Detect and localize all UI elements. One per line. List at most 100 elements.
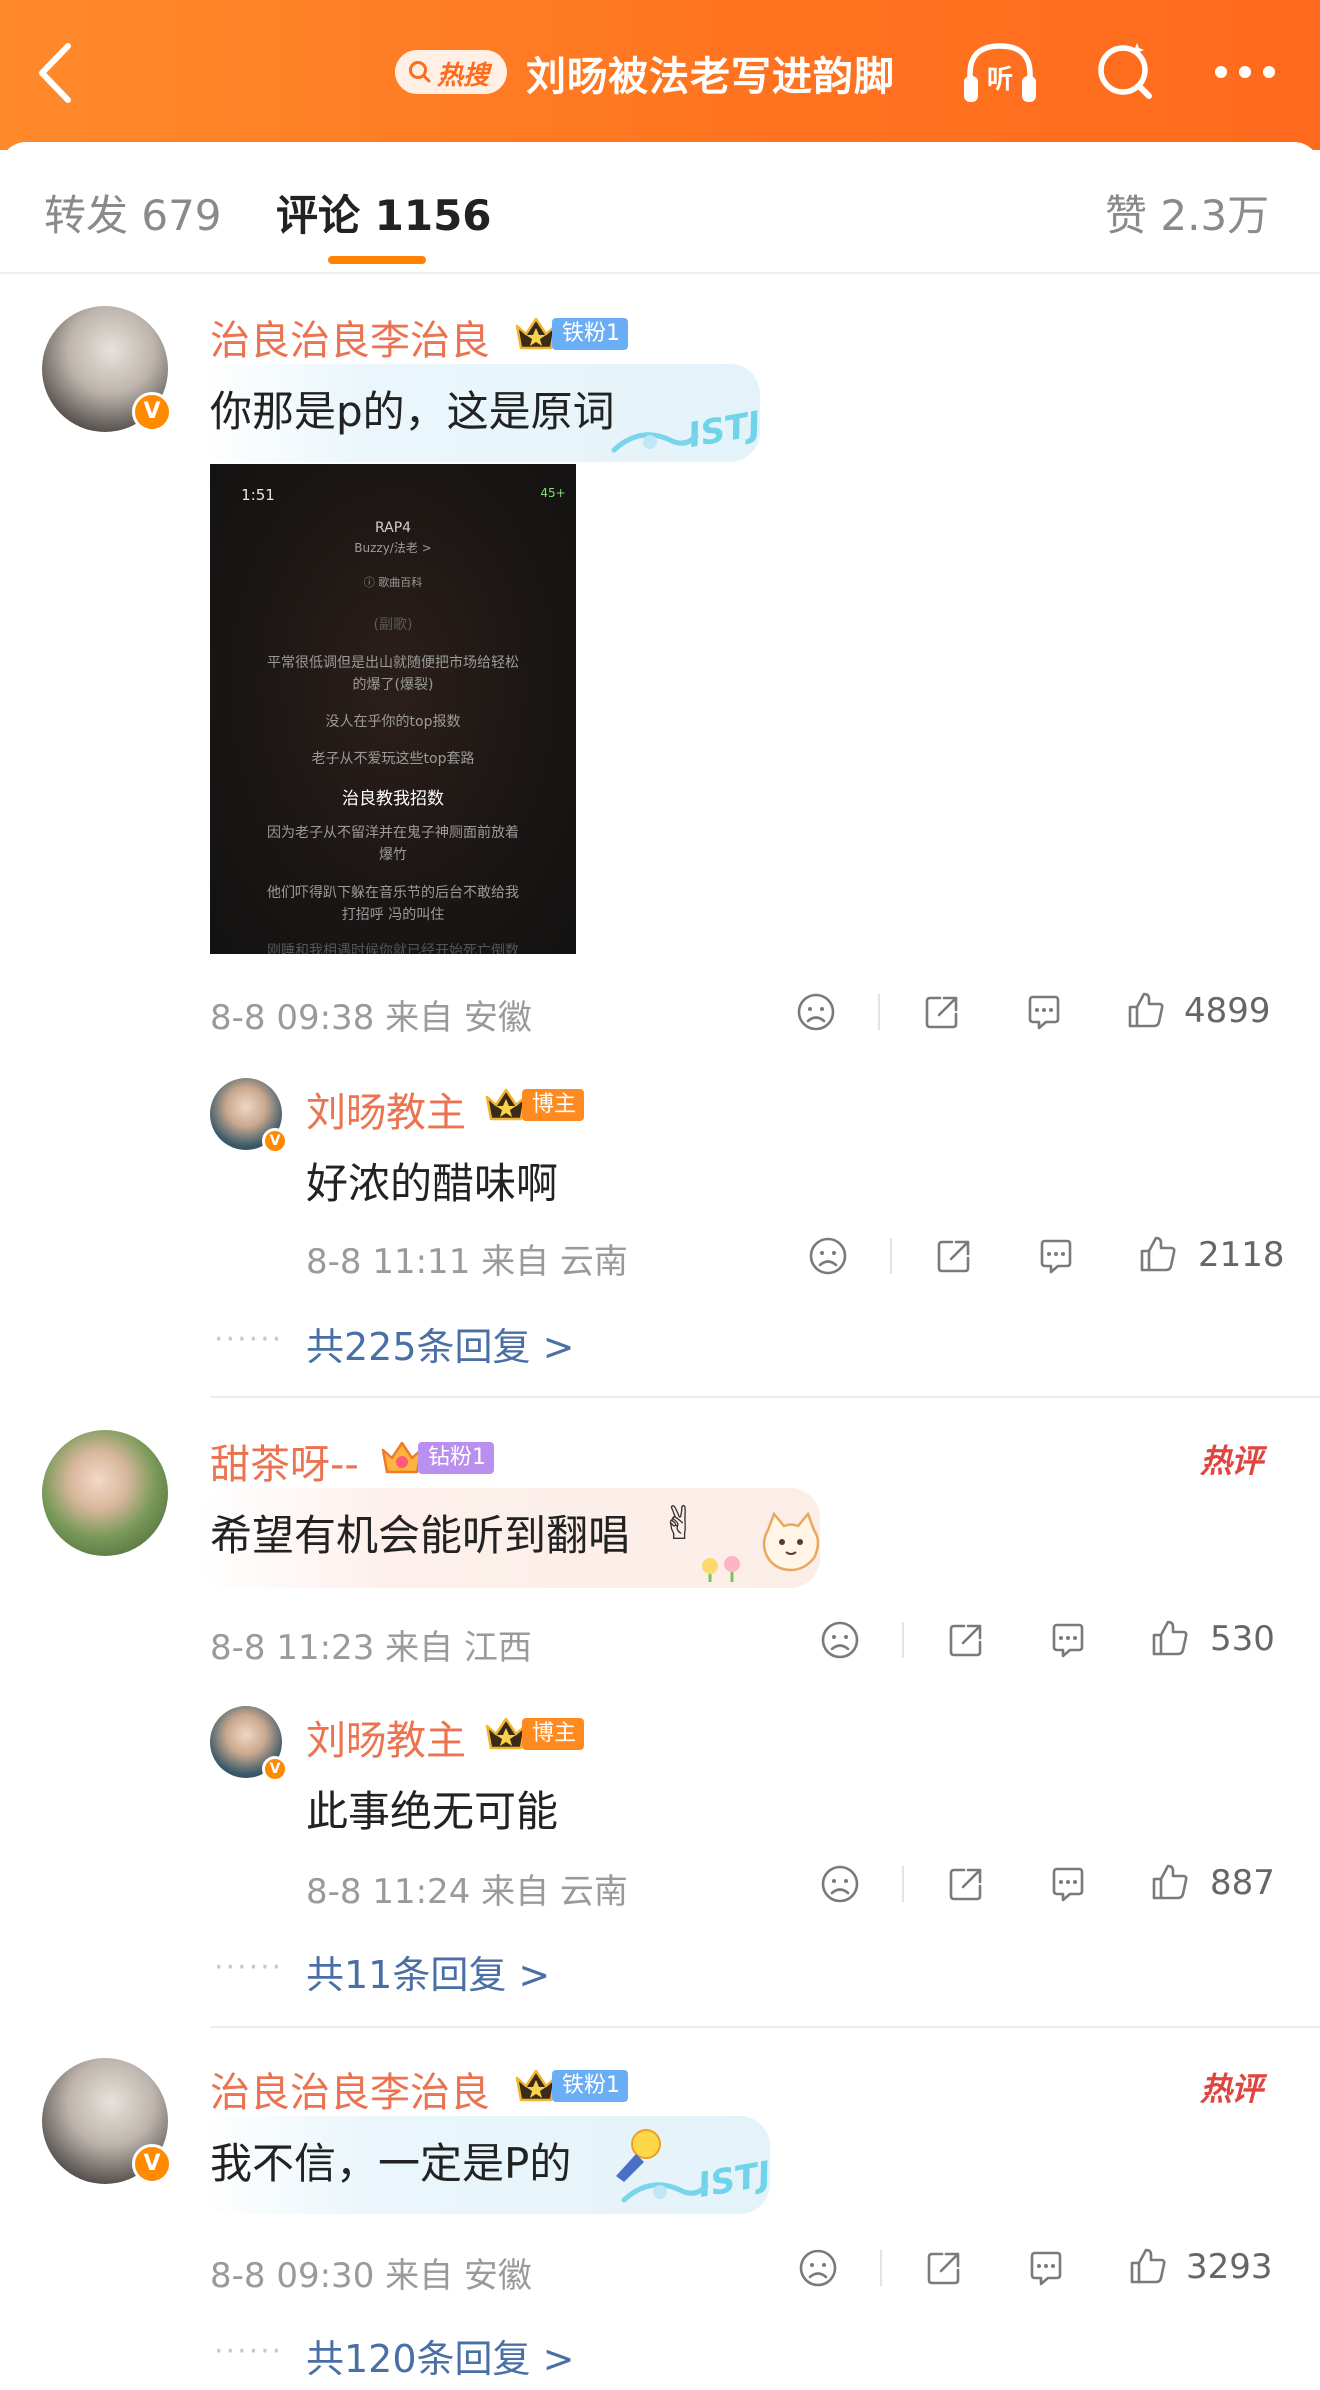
- dislike-icon[interactable]: [818, 1618, 862, 1662]
- divider: [880, 2250, 882, 2286]
- listen-label: 听: [987, 65, 1013, 95]
- lyric-line: 打招呼 冯的叫住: [341, 907, 445, 923]
- share-icon[interactable]: [920, 990, 964, 1034]
- battery-level: 45+: [540, 486, 566, 500]
- comment-text: 希望有机会能听到翻唱: [210, 1511, 631, 1560]
- listen-icon[interactable]: 听: [960, 36, 1040, 108]
- like-count[interactable]: 887: [1210, 1863, 1275, 1903]
- flower-sticker-icon: [700, 1552, 760, 1586]
- thread-dots: ······: [214, 2334, 284, 2369]
- more-replies-link[interactable]: 共11条回复 >: [306, 1944, 550, 1999]
- lyric-line: 老子从不爱玩这些top套路: [311, 751, 475, 767]
- share-icon[interactable]: [944, 1618, 988, 1662]
- comment-text: 我不信，一定是P的: [210, 2139, 572, 2188]
- reply-text: 好浓的醋味啊: [306, 1159, 559, 1208]
- divider: [210, 1396, 1320, 1398]
- song-baike: ⓘ 歌曲百科: [363, 576, 423, 589]
- comment-meta: 8-8 09:38 来自 安徽: [210, 998, 532, 1038]
- active-tab-indicator: [328, 256, 426, 264]
- tab-bar: 转发 679 评论 1156 赞 2.3万: [0, 142, 1320, 274]
- topic-title: 刘旸被法老写进韵脚: [526, 54, 895, 100]
- verified-badge-icon: V: [132, 2144, 172, 2184]
- like-icon[interactable]: [1124, 988, 1168, 1032]
- like-count[interactable]: 3293: [1186, 2247, 1273, 2287]
- divider: [890, 1238, 892, 1274]
- verified-badge-icon: V: [132, 392, 172, 432]
- tab-like[interactable]: 赞 2.3万: [1105, 182, 1269, 243]
- lyric-line: 他们吓得趴下躲在音乐节的后台不敢给我: [267, 885, 519, 901]
- search-icon: [409, 61, 431, 83]
- lyric-line: 没人在乎你的top报数: [325, 714, 461, 730]
- username[interactable]: 治良治良李治良: [210, 308, 490, 366]
- reply-meta: 8-8 11:11 来自 云南: [306, 1242, 628, 1282]
- song-title: RAP4: [374, 520, 412, 536]
- lyric-line: 爆竹: [379, 847, 407, 863]
- hot-search-badge[interactable]: 热搜: [395, 50, 507, 94]
- reply-meta: 8-8 11:24 来自 云南: [306, 1872, 628, 1912]
- like-icon[interactable]: [1136, 1232, 1180, 1276]
- lyric-line: 的爆了(爆裂): [352, 677, 434, 693]
- more-icon[interactable]: [1205, 36, 1285, 108]
- victory-hand-icon: ✌: [660, 1496, 699, 1550]
- blogger-badge-label: 博主: [522, 1089, 585, 1121]
- username[interactable]: 甜茶呀--: [210, 1432, 359, 1490]
- username[interactable]: 刘旸教主: [306, 1708, 466, 1766]
- share-icon[interactable]: [944, 1862, 988, 1906]
- comment-icon[interactable]: [1046, 1618, 1090, 1662]
- avatar[interactable]: V: [210, 1706, 288, 1782]
- avatar[interactable]: V: [210, 1078, 288, 1154]
- share-icon[interactable]: [922, 2246, 966, 2290]
- hot-comment-badge: 热评: [1200, 1442, 1263, 1480]
- comment-meta: 8-8 11:23 来自 江西: [210, 1628, 532, 1668]
- back-icon[interactable]: [30, 38, 80, 108]
- attached-screenshot[interactable]: 1:51 45+ RAP4 Buzzy/法老 > ⓘ 歌曲百科 (副歌) 平常很…: [210, 464, 576, 954]
- like-count[interactable]: 530: [1210, 1619, 1275, 1659]
- username[interactable]: 治良治良李治良: [210, 2060, 490, 2118]
- divider: [878, 994, 880, 1030]
- search-icon[interactable]: [1085, 36, 1165, 108]
- hot-comment-badge: 热评: [1200, 2070, 1263, 2108]
- fan-badge-label: 铁粉1: [552, 2070, 628, 2102]
- lyric-line: 刚睡和我相遇时候你就已经开始死亡倒数: [267, 943, 519, 954]
- like-count[interactable]: 4899: [1184, 991, 1271, 1031]
- like-icon[interactable]: [1148, 1860, 1192, 1904]
- fan-badge-label: 铁粉1: [552, 318, 628, 350]
- dislike-icon[interactable]: [796, 2246, 840, 2290]
- dislike-icon[interactable]: [818, 1862, 862, 1906]
- like-count[interactable]: 2118: [1198, 1235, 1285, 1275]
- dislike-icon[interactable]: [806, 1234, 850, 1278]
- comment-meta: 8-8 09:30 来自 安徽: [210, 2256, 532, 2296]
- verified-badge-icon: V: [262, 1128, 288, 1154]
- share-icon[interactable]: [932, 1234, 976, 1278]
- avatar[interactable]: V: [42, 306, 172, 432]
- lyric-line-highlight: 治良教我招数: [342, 789, 444, 809]
- hot-search-label: 热搜: [437, 61, 490, 91]
- verified-badge-icon: V: [262, 1756, 288, 1782]
- fan-badge-label: 钻粉1: [418, 1442, 494, 1474]
- thread-dots: ······: [214, 1950, 284, 1985]
- like-icon[interactable]: [1126, 2244, 1170, 2288]
- comment-icon[interactable]: [1022, 990, 1066, 1034]
- comment-icon[interactable]: [1046, 1862, 1090, 1906]
- avatar[interactable]: V: [42, 2058, 172, 2184]
- more-replies-link[interactable]: 共120条回复 >: [306, 2328, 574, 2383]
- divider: [902, 1622, 904, 1658]
- dislike-icon[interactable]: [794, 990, 838, 1034]
- comment-icon[interactable]: [1034, 1234, 1078, 1278]
- comment-text: 你那是p的，这是原词: [210, 387, 615, 436]
- cat-sticker-icon: [756, 1508, 826, 1578]
- lyric-line: 因为老子从不留洋并在鬼子神厕面前放着: [267, 825, 519, 841]
- username[interactable]: 刘旸教主: [306, 1080, 466, 1138]
- thread-dots: ······: [214, 1322, 284, 1357]
- lyric-line: 平常很低调但是出山就随便把市场给轻松: [267, 655, 519, 671]
- avatar[interactable]: [42, 1430, 168, 1556]
- more-replies-link[interactable]: 共225条回复 >: [306, 1316, 574, 1371]
- blogger-badge-label: 博主: [522, 1718, 585, 1750]
- like-icon[interactable]: [1148, 1616, 1192, 1660]
- divider: [210, 2026, 1320, 2028]
- tab-comment[interactable]: 评论 1156: [276, 182, 492, 243]
- comment-icon[interactable]: [1024, 2246, 1068, 2290]
- lyric-line: (副歌): [373, 617, 413, 633]
- top-bar: 热搜 刘旸被法老写进韵脚 听: [0, 0, 1320, 150]
- tab-repost[interactable]: 转发 679: [44, 182, 222, 243]
